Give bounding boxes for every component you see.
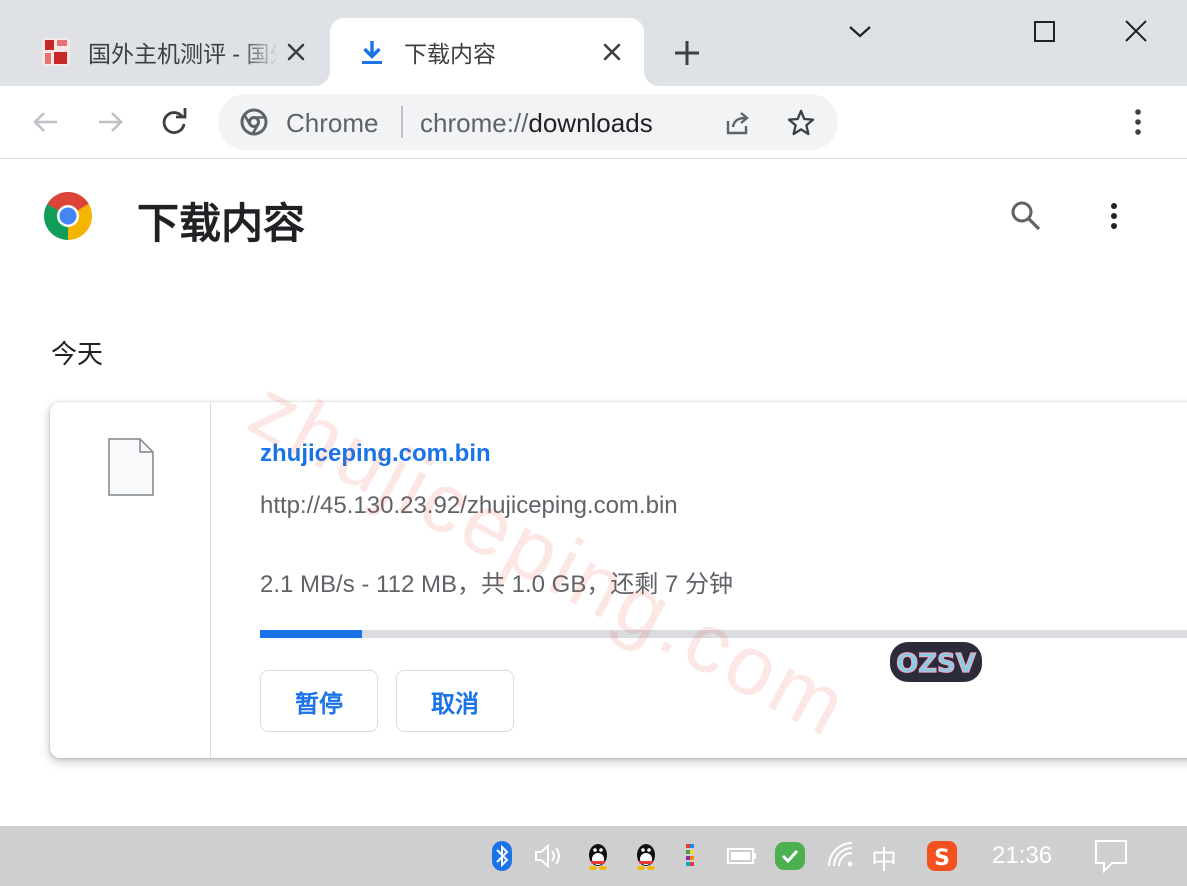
close-icon[interactable]: [284, 40, 308, 64]
search-icon[interactable]: [1008, 198, 1044, 234]
date-heading: 今天: [51, 339, 104, 369]
tab-search-button[interactable]: [840, 14, 880, 50]
wifi-icon[interactable]: [826, 840, 858, 872]
page-title: 下载内容: [137, 200, 306, 247]
url-scheme: chrome://: [420, 108, 529, 138]
new-tab-button[interactable]: [672, 38, 702, 68]
url-text[interactable]: chrome://downloads: [420, 108, 653, 139]
download-icon: [362, 41, 382, 64]
more-vert-icon[interactable]: [1122, 106, 1154, 138]
chrome-icon: [240, 108, 268, 136]
share-icon[interactable]: [722, 108, 752, 138]
bluetooth-icon[interactable]: [486, 840, 518, 872]
site-favicon-icon: [42, 38, 70, 66]
taskbar: 中 S 21:36: [0, 826, 1187, 886]
file-icon: [108, 438, 154, 496]
card-divider: [210, 402, 211, 758]
tab-strip: 国外主机测评 - 国外VPS、国外服务器 下载内容: [0, 0, 1187, 86]
star-icon[interactable]: [786, 108, 816, 138]
download-status: 2.1 MB/s - 112 MB，共 1.0 GB，还剩 7 分钟: [260, 571, 734, 598]
close-window-button[interactable]: [1116, 14, 1156, 50]
progress-fill: [260, 630, 363, 638]
download-progress-bar: [260, 630, 1187, 638]
tab-title: 下载内容: [404, 41, 496, 67]
sogou-input-icon[interactable]: S: [926, 840, 958, 872]
pause-button[interactable]: 暂停: [260, 670, 378, 732]
site-label: Chrome: [286, 108, 379, 138]
more-vert-icon[interactable]: [1098, 198, 1130, 234]
address-bar[interactable]: Chrome chrome://downloads: [218, 94, 838, 150]
tab-title: 国外主机测评 - 国外VPS、国外服务器: [88, 41, 278, 67]
reload-button[interactable]: [158, 106, 190, 138]
toolbar: Chrome chrome://downloads: [0, 86, 1187, 159]
omnibox-divider: [401, 106, 403, 138]
back-button[interactable]: [30, 106, 62, 138]
security-check-icon[interactable]: [774, 840, 806, 872]
colorful-app-icon[interactable]: [676, 840, 708, 872]
tab-downloads[interactable]: 下载内容: [314, 18, 660, 86]
ime-indicator[interactable]: 中: [871, 840, 897, 877]
forward-button[interactable]: [94, 106, 126, 138]
file-name-link[interactable]: zhujiceping.com.bin: [260, 440, 491, 468]
ozsv-sticker: OZSV: [890, 642, 982, 682]
volume-icon[interactable]: [532, 840, 564, 872]
notification-icon[interactable]: [1094, 839, 1128, 873]
battery-icon[interactable]: [726, 840, 758, 872]
qq-penguin-icon[interactable]: [630, 840, 662, 872]
tab-zhujiceping[interactable]: 国外主机测评 - 国外VPS、国外服务器: [22, 18, 328, 86]
clock[interactable]: 21:36: [992, 842, 1052, 870]
chrome-logo-icon: [44, 192, 92, 240]
sticker-text: OZSV: [896, 649, 976, 679]
maximize-button[interactable]: [1024, 14, 1064, 50]
qq-penguin-icon[interactable]: [582, 840, 614, 872]
close-icon[interactable]: [600, 40, 624, 64]
svg-text:S: S: [934, 846, 950, 871]
cancel-button[interactable]: 取消: [396, 670, 514, 732]
url-host: downloads: [528, 108, 653, 138]
download-item-card: zhujiceping.com.bin http://45.130.23.92/…: [50, 402, 1187, 758]
file-source-url[interactable]: http://45.130.23.92/zhujiceping.com.bin: [260, 492, 678, 520]
